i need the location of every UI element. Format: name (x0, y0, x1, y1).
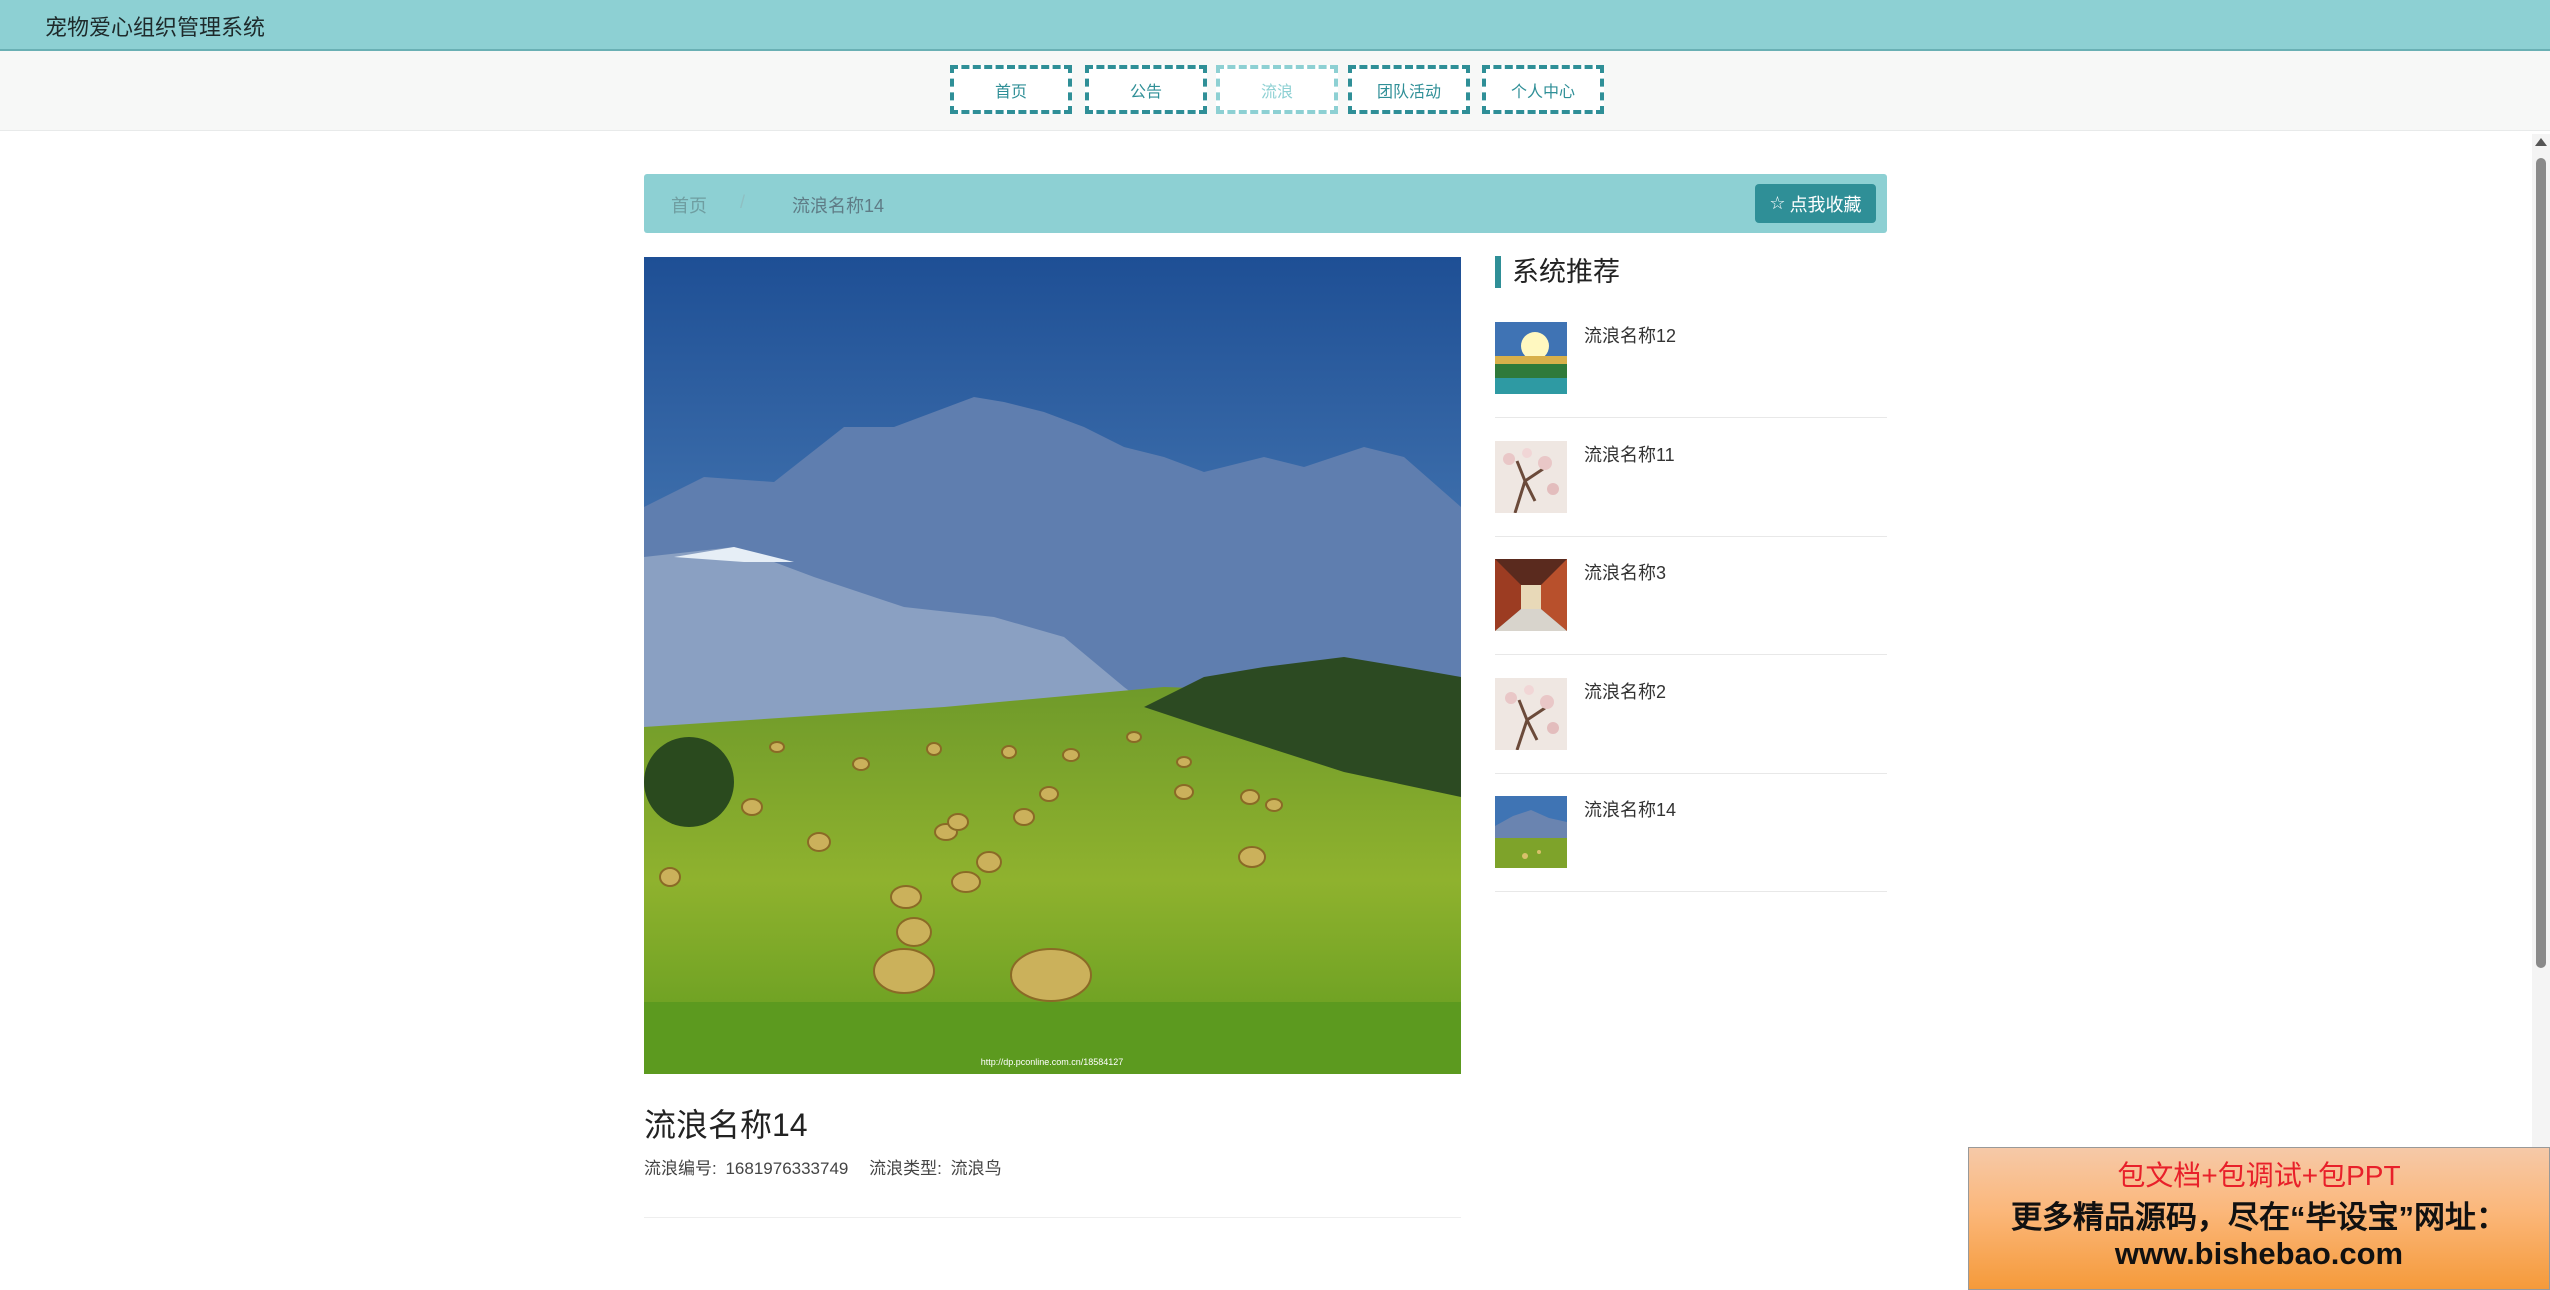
recommend-item-name: 流浪名称11 (1584, 445, 1675, 465)
recommend-item[interactable]: 流浪名称2 (1495, 656, 1887, 774)
recommend-thumbnail (1495, 322, 1567, 394)
breadcrumb-home[interactable]: 首页 (671, 192, 707, 218)
top-header: 宠物爱心组织管理系统 (0, 0, 2550, 51)
nav-personal-center[interactable]: 个人中心 (1482, 65, 1604, 114)
nav-stray[interactable]: 流浪 (1216, 65, 1338, 114)
detail-divider (644, 1217, 1461, 1218)
stray-title: 流浪名称14 (644, 1107, 808, 1143)
stray-id-label: 流浪编号: (644, 1159, 717, 1178)
stray-meta: 流浪编号: 1681976333749 流浪类型: 流浪鸟 (644, 1154, 1006, 1179)
recommend-item[interactable]: 流浪名称11 (1495, 419, 1887, 537)
recommend-thumbnail (1495, 796, 1567, 868)
site-title: 宠物爱心组织管理系统 (45, 15, 266, 40)
recommend-item[interactable]: 流浪名称14 (1495, 774, 1887, 892)
recommend-item-name: 流浪名称12 (1584, 326, 1677, 346)
recommend-item-name: 流浪名称3 (1584, 563, 1667, 583)
stray-type-value: 流浪鸟 (950, 1159, 1002, 1178)
promo-line-1: 包文档+包调试+包PPT (2117, 1160, 2401, 1191)
recommend-item[interactable]: 流浪名称3 (1495, 537, 1887, 655)
recommend-item-name: 流浪名称14 (1584, 800, 1677, 820)
nav-home[interactable]: 首页 (950, 65, 1072, 114)
breadcrumb-current: 流浪名称14 (792, 196, 885, 216)
promo-line-2: 更多精品源码，尽在“毕设宝”网址： (2011, 1200, 2507, 1235)
scroll-thumb[interactable] (2536, 158, 2546, 968)
page-scrollbar[interactable] (2532, 134, 2550, 1290)
stray-main-image: http://dp.pconline.com.cn/18584127 (644, 257, 1461, 1074)
stray-type-label: 流浪类型: (869, 1159, 942, 1178)
nav-notice[interactable]: 公告 (1085, 65, 1207, 114)
promo-banner: 包文档+包调试+包PPT 更多精品源码，尽在“毕设宝”网址： www.bishe… (1968, 1147, 2550, 1290)
recommend-thumbnail (1495, 678, 1567, 750)
scroll-up-arrow-icon[interactable] (2535, 138, 2547, 146)
stray-id-value: 1681976333749 (725, 1159, 849, 1178)
star-outline-icon: ☆ (1769, 193, 1786, 213)
breadcrumb: 首页 / 流浪名称14 ☆ 点我收藏 (644, 174, 1887, 233)
main-nav: 首页 公告 流浪 团队活动 个人中心 (0, 51, 2550, 131)
recommend-item[interactable]: 流浪名称12 (1495, 300, 1887, 418)
promo-line-3: www.bishebao.com (2114, 1236, 2404, 1271)
nav-team-activity[interactable]: 团队活动 (1348, 65, 1470, 114)
favorite-button[interactable]: ☆ 点我收藏 (1755, 184, 1876, 223)
recommend-title: 系统推荐 (1495, 256, 1620, 288)
favorite-button-label: 点我收藏 (1789, 194, 1862, 215)
recommend-thumbnail (1495, 441, 1567, 513)
recommend-item-name: 流浪名称2 (1584, 682, 1667, 702)
image-watermark: http://dp.pconline.com.cn/18584127 (981, 1057, 1124, 1067)
breadcrumb-separator: / (740, 192, 746, 212)
recommend-thumbnail (1495, 559, 1567, 631)
